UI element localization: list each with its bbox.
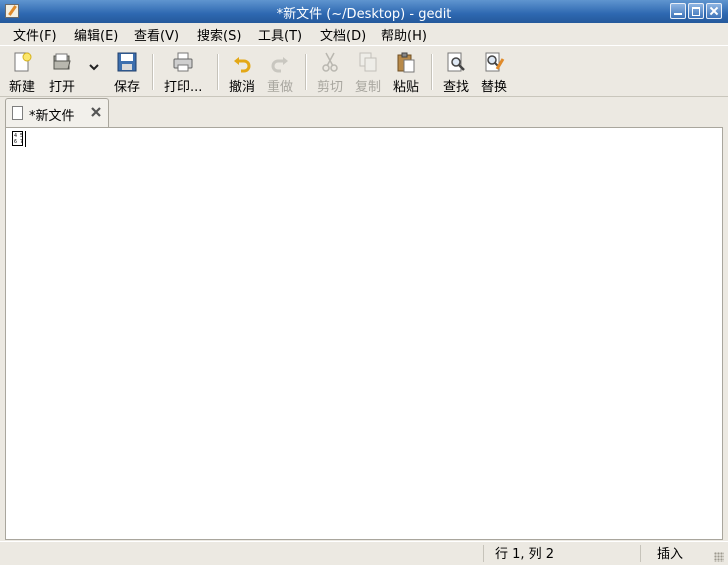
redo-button[interactable]: 重做 [267, 49, 293, 95]
window-title: *新文件 (~/Desktop) - gedit [276, 7, 452, 22]
toolbar-separator [152, 54, 154, 90]
minimize-button[interactable] [670, 3, 686, 19]
recent-files-dropdown-icon[interactable] [86, 58, 102, 76]
open-folder-icon [53, 53, 71, 70]
menu-bar: 文件(F) 编辑(E) 查看(V) 搜索(S) 工具(T) 文档(D) 帮助(H… [0, 23, 728, 45]
toolbar-separator [217, 54, 219, 90]
menu-tools[interactable]: 工具(T) [258, 25, 302, 44]
menu-documents[interactable]: 文档(D) [320, 25, 366, 44]
document-icon [12, 106, 23, 120]
text-caret [25, 131, 26, 147]
unicode-glyph-box: 4 5 6 7 [12, 131, 24, 146]
toolbar-separator [431, 54, 433, 90]
text-editor-area[interactable]: 4 5 6 7 [5, 127, 723, 540]
copy-button[interactable]: 复制 [355, 49, 381, 95]
resize-grip-icon[interactable] [714, 552, 724, 562]
toolbar-separator [305, 54, 307, 90]
tab-label: *新文件 [29, 109, 75, 124]
toolbar: 新建 打开 保存 打印... 撤消 重做 剪切 复制 粘贴 查找 替换 [0, 45, 728, 97]
close-window-button[interactable] [706, 3, 722, 19]
undo-arrow-icon [234, 57, 251, 73]
menu-view[interactable]: 查看(V) [134, 25, 179, 44]
printer-icon [173, 52, 193, 72]
open-button[interactable]: 打开 [49, 49, 75, 95]
copy-documents-icon [359, 52, 377, 72]
tab-new-document[interactable]: *新文件 [5, 98, 109, 127]
close-tab-icon[interactable] [89, 105, 103, 119]
new-document-icon [14, 52, 32, 72]
cut-button[interactable]: 剪切 [317, 49, 343, 95]
title-bar[interactable]: *新文件 (~/Desktop) - gedit [0, 0, 728, 23]
save-button[interactable]: 保存 [114, 49, 140, 95]
status-bar: 行 1, 列 2 插入 [0, 541, 728, 565]
replace-button[interactable]: 替换 [481, 49, 507, 95]
find-replace-icon [485, 52, 505, 72]
undo-button[interactable]: 撤消 [229, 49, 255, 95]
menu-search[interactable]: 搜索(S) [197, 25, 241, 44]
scissors-icon [322, 52, 338, 72]
maximize-button[interactable] [688, 3, 704, 19]
cursor-position: 行 1, 列 2 [495, 547, 555, 562]
paste-button[interactable]: 粘贴 [393, 49, 419, 95]
status-divider [483, 545, 484, 562]
print-button[interactable]: 打印... [164, 49, 202, 95]
find-magnifier-icon [447, 52, 465, 72]
save-disk-icon [117, 52, 137, 72]
menu-help[interactable]: 帮助(H) [381, 25, 427, 44]
status-divider [640, 545, 641, 562]
document-tabs: *新文件 [0, 97, 728, 127]
insert-mode-indicator: 插入 [657, 547, 684, 562]
menu-file[interactable]: 文件(F) [13, 25, 57, 44]
paste-clipboard-icon [397, 52, 415, 73]
new-button[interactable]: 新建 [9, 49, 35, 95]
find-button[interactable]: 查找 [443, 49, 469, 95]
menu-edit[interactable]: 编辑(E) [74, 25, 118, 44]
redo-arrow-icon [271, 57, 288, 73]
